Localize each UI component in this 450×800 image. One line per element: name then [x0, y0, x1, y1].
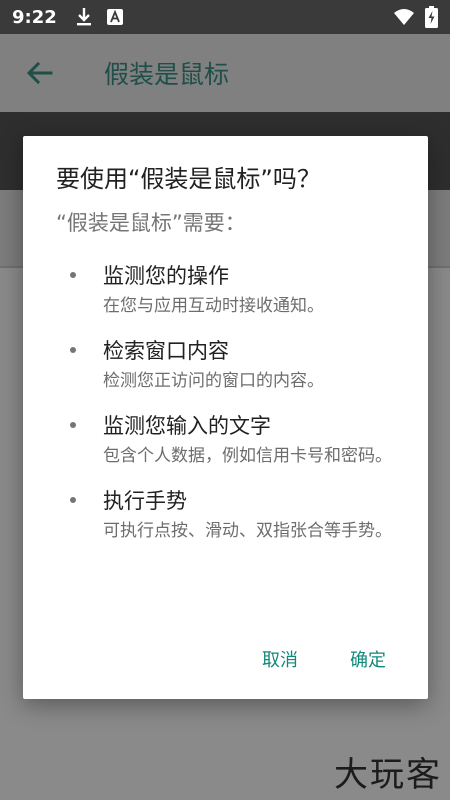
accessibility-a-icon [106, 9, 123, 25]
battery-charging-icon [425, 6, 438, 28]
permission-title: 监测您输入的文字 [103, 414, 271, 438]
permission-item: 监测您输入的文字 包含个人数据，例如信用卡号和密码。 [56, 410, 404, 471]
confirm-button[interactable]: 确定 [350, 646, 386, 672]
permission-dialog: 要使用“假装是鼠标”吗？ “假装是鼠标”需要： 监测您的操作 在您与应用互动时接… [23, 136, 428, 699]
wifi-icon [393, 8, 415, 26]
bullet-icon [70, 497, 76, 503]
dialog-subtitle: “假装是鼠标”需要： [56, 211, 246, 235]
watermark: 大玩客 [334, 755, 442, 795]
permission-item: 监测您的操作 在您与应用互动时接收通知。 [56, 260, 404, 321]
permission-desc: 可执行点按、滑动、双指张合等手势。 [103, 521, 392, 541]
permission-title: 监测您的操作 [103, 264, 229, 288]
permission-item: 执行手势 可执行点按、滑动、双指张合等手势。 [56, 485, 404, 546]
status-icons-left [75, 7, 123, 27]
app-title: 假装是鼠标 [104, 60, 230, 89]
permission-title: 执行手势 [103, 489, 187, 513]
bullet-icon [70, 272, 76, 278]
app-bar: 假装是鼠标 [0, 34, 450, 112]
permission-desc: 检测您正访问的窗口的内容。 [103, 371, 324, 391]
permission-desc: 包含个人数据，例如信用卡号和密码。 [103, 446, 392, 466]
permission-item: 检索窗口内容 检测您正访问的窗口的内容。 [56, 335, 404, 396]
permission-title: 检索窗口内容 [103, 339, 229, 363]
status-bar: 9:22 [0, 0, 450, 34]
cancel-button[interactable]: 取消 [262, 646, 298, 672]
permission-list: 监测您的操作 在您与应用互动时接收通知。 检索窗口内容 检测您正访问的窗口的内容… [56, 260, 404, 546]
dialog-actions: 取消 确定 [262, 646, 386, 672]
dialog-title: 要使用“假装是鼠标”吗？ [56, 165, 321, 193]
permission-desc: 在您与应用互动时接收通知。 [103, 296, 324, 316]
bullet-icon [70, 422, 76, 428]
status-time: 9:22 [12, 6, 57, 28]
back-arrow-icon[interactable] [24, 57, 56, 89]
download-icon [75, 7, 93, 27]
status-icons-right [393, 6, 438, 28]
bullet-icon [70, 347, 76, 353]
